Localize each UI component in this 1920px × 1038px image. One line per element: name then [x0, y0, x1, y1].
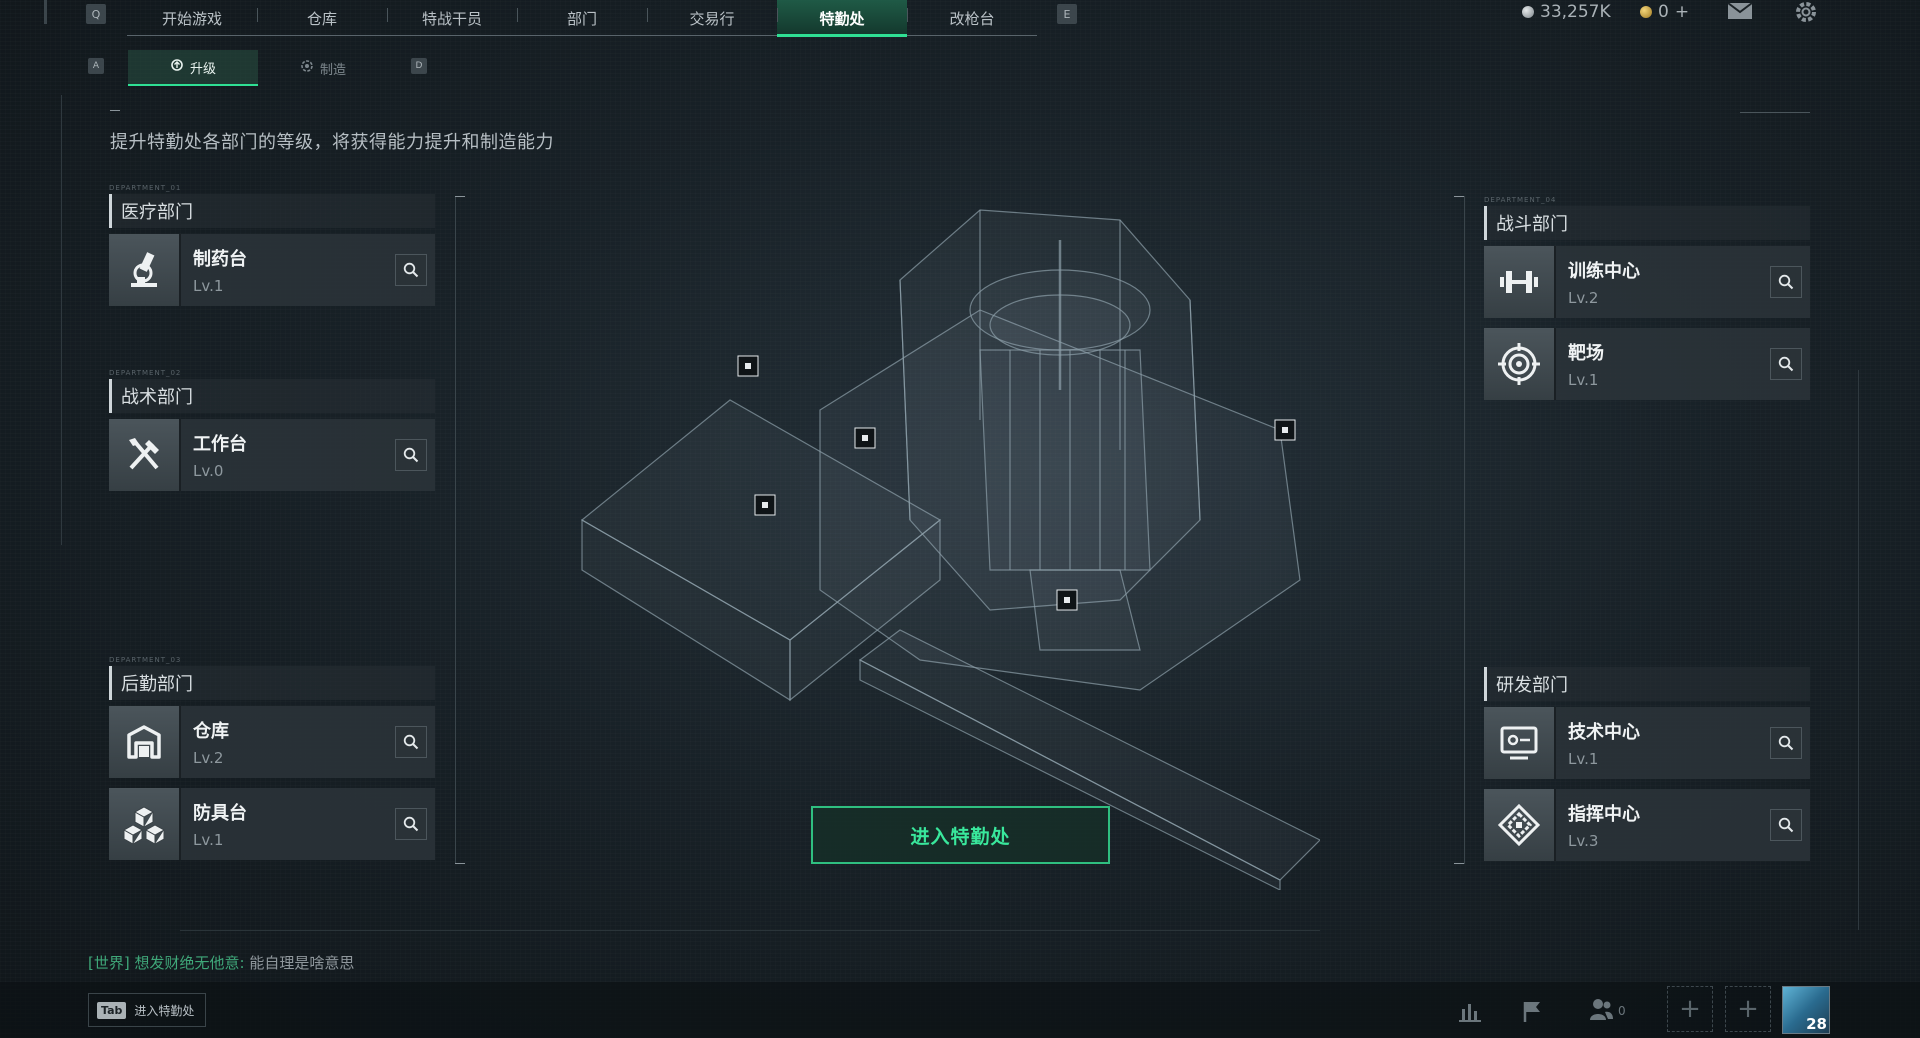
player-level: 28	[1806, 1015, 1827, 1033]
subtab-upgrade-label: 升级	[189, 61, 216, 77]
chat-message: 能自理是啥意思	[249, 954, 355, 972]
chat-channel: [世界]	[88, 954, 130, 972]
chat-sender: 想发财绝无他意:	[134, 954, 245, 972]
tab-key: Tab	[97, 1001, 127, 1019]
friends-button[interactable]: 0	[1588, 996, 1632, 1026]
gold-coin-icon	[1640, 6, 1652, 18]
search-icon[interactable]	[395, 726, 427, 758]
facility-tech-center[interactable]: 技术中心 Lv.1	[1484, 707, 1810, 779]
nav-next-key-hint[interactable]: E	[1057, 4, 1077, 24]
nav-prev-key-hint[interactable]: Q	[86, 4, 106, 24]
silver-currency[interactable]: 33,257K	[1522, 0, 1611, 24]
main-tabs: 开始游戏 仓库 特战干员 部门 交易行 特勤处 改枪台	[127, 0, 1037, 37]
search-icon[interactable]	[1770, 348, 1802, 380]
dept-combat-title: 战斗部门	[1484, 206, 1810, 240]
subtab-prev-key-hint[interactable]: A	[88, 58, 104, 74]
subtab-craft-label: 制造	[319, 62, 346, 78]
subtab-upgrade[interactable]: 升级	[128, 50, 258, 86]
computer-icon	[1484, 707, 1556, 779]
sub-tabs: 升级 制造	[128, 50, 388, 86]
subtab-next-key-hint[interactable]: D	[411, 58, 427, 74]
top-left-marker	[44, 0, 47, 24]
tab-shortcut-hint[interactable]: Tab 进入特勤处	[88, 993, 206, 1027]
frame-bracket-right-bottom	[1454, 863, 1464, 864]
frame-bracket-left	[455, 196, 456, 864]
player-avatar[interactable]: 28	[1782, 986, 1830, 1034]
gold-add-button[interactable]: +	[1675, 2, 1689, 22]
dept-logistics: DEPARTMENT_03 后勤部门 仓库 Lv.2 防具台 Lv.1	[109, 656, 435, 870]
facility-pharmacy[interactable]: 制药台 Lv.1	[109, 234, 435, 306]
gold-currency[interactable]: 0 +	[1640, 0, 1689, 24]
dept-tactical: DEPARTMENT_02 战术部门 工作台 Lv.0	[109, 369, 435, 501]
stats-chart-icon[interactable]	[1455, 996, 1485, 1026]
search-icon[interactable]	[395, 254, 427, 286]
dept-logistics-tag: DEPARTMENT_03	[109, 656, 182, 664]
gold-amount: 0	[1658, 2, 1669, 22]
dept-logistics-title: 后勤部门	[109, 666, 435, 700]
facility-command-center[interactable]: 指挥中心 Lv.3	[1484, 789, 1810, 861]
frame-bracket-right	[1464, 196, 1465, 864]
page-description: 提升特勤处各部门的等级，将获得能力提升和制造能力	[110, 132, 554, 153]
search-icon[interactable]	[395, 439, 427, 471]
dept-tactical-title: 战术部门	[109, 379, 435, 413]
dept-medical-title: 医疗部门	[109, 194, 435, 228]
facility-armor-bench[interactable]: 防具台 Lv.1	[109, 788, 435, 860]
frame-bracket-right-top	[1454, 196, 1464, 197]
squad-slot-2-add-button[interactable]: +	[1725, 986, 1771, 1032]
dept-medical: DEPARTMENT_01 医疗部门 制药台 Lv.1	[109, 184, 435, 316]
armor-cubes-icon	[109, 788, 181, 860]
subtab-craft[interactable]: 制造	[258, 50, 388, 86]
silver-amount: 33,257K	[1540, 2, 1611, 22]
dept-medical-tag: DEPARTMENT_01	[109, 184, 182, 192]
enter-special-ops-button[interactable]: 进入特勤处	[811, 806, 1110, 864]
dumbbell-icon	[1484, 246, 1556, 318]
flag-icon[interactable]	[1518, 996, 1548, 1026]
dept-combat: DEPARTMENT_04 战斗部门 训练中心 Lv.2 靶场 Lv.1	[1484, 196, 1810, 410]
upgrade-icon	[170, 58, 184, 76]
world-chat[interactable]: [世界] 想发财绝无他意: 能自理是啥意思	[88, 952, 354, 973]
search-icon[interactable]	[395, 808, 427, 840]
tab-gunsmith[interactable]: 改枪台	[907, 0, 1037, 36]
mail-icon[interactable]	[1727, 2, 1753, 24]
frame-line-bottom	[180, 930, 1320, 931]
dept-research-title: 研发部门	[1484, 667, 1810, 701]
dept-research: 研发部门 技术中心 Lv.1 指挥中心 Lv.3	[1484, 667, 1810, 871]
settings-gear-icon[interactable]	[1794, 0, 1818, 28]
target-icon	[1484, 328, 1556, 400]
desc-marker	[110, 110, 120, 111]
frame-bracket-left-bottom	[455, 863, 465, 864]
top-navigation: Q 开始游戏 仓库 特战干员 部门 交易行 特勤处 改枪台 E 33,257K …	[0, 0, 1920, 38]
tab-start-game[interactable]: 开始游戏	[127, 0, 257, 36]
tab-warehouse[interactable]: 仓库	[257, 0, 387, 36]
base-hologram	[580, 209, 1320, 890]
tab-shortcut-label: 进入特勤处	[134, 1003, 195, 1018]
search-icon[interactable]	[1770, 727, 1802, 759]
command-emblem-icon	[1484, 789, 1556, 861]
frame-bracket-left-top	[455, 196, 465, 197]
facility-training-center[interactable]: 训练中心 Lv.2	[1484, 246, 1810, 318]
friends-count: 0	[1618, 1004, 1626, 1018]
facility-shooting-range[interactable]: 靶场 Lv.1	[1484, 328, 1810, 400]
facility-workbench[interactable]: 工作台 Lv.0	[109, 419, 435, 491]
frame-line-right	[1858, 370, 1859, 930]
silver-coin-icon	[1522, 6, 1534, 18]
craft-icon	[300, 59, 314, 77]
search-icon[interactable]	[1770, 266, 1802, 298]
dept-combat-tag: DEPARTMENT_04	[1484, 196, 1557, 204]
bottom-bar	[0, 982, 1920, 1038]
friends-icon	[1588, 996, 1614, 1026]
facility-warehouse[interactable]: 仓库 Lv.2	[109, 706, 435, 778]
search-icon[interactable]	[1770, 809, 1802, 841]
warehouse-icon	[109, 706, 181, 778]
tab-special-ops[interactable]: 特勤处	[777, 0, 907, 37]
tab-departments[interactable]: 部门	[517, 0, 647, 36]
frame-line-top-right	[1740, 112, 1810, 113]
tab-operators[interactable]: 特战干员	[387, 0, 517, 36]
squad-slot-1-add-button[interactable]: +	[1667, 986, 1713, 1032]
dept-tactical-tag: DEPARTMENT_02	[109, 369, 182, 377]
tab-trading[interactable]: 交易行	[647, 0, 777, 36]
microscope-icon	[109, 234, 181, 306]
frame-line-left	[61, 95, 62, 545]
tools-icon	[109, 419, 181, 491]
